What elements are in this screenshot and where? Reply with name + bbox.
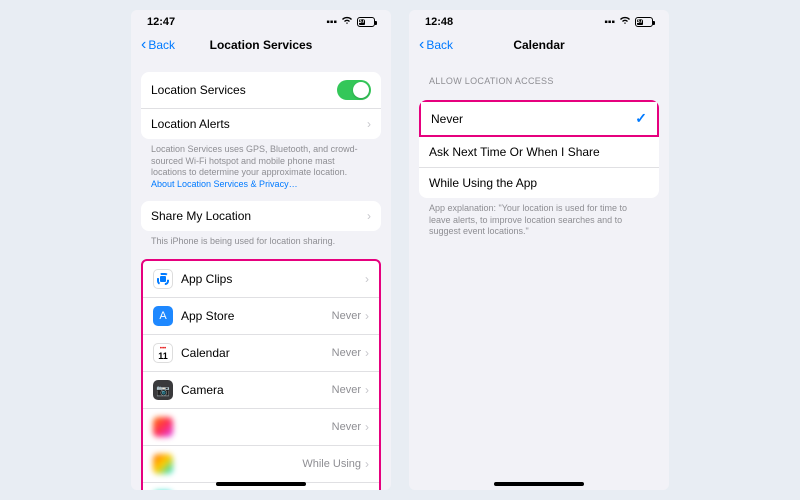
status-bar: 12:48 ▪▪▪ 37	[409, 10, 669, 30]
wifi-icon	[341, 16, 353, 28]
wifi-icon	[619, 16, 631, 28]
row-calendar[interactable]: •••11 Calendar Never ›	[143, 335, 379, 372]
toggle-location-services[interactable]	[337, 80, 371, 100]
calendar-icon: •••11	[153, 343, 173, 363]
app-store-icon: A	[153, 306, 173, 326]
option-never[interactable]: Never ✓	[419, 100, 659, 137]
section-header: Allow Location Access	[419, 62, 659, 90]
option-while-using[interactable]: While Using the App	[419, 168, 659, 198]
status-bar: 12:47 ▪▪▪ 37	[131, 10, 391, 30]
row-app-clips[interactable]: App Clips ›	[143, 261, 379, 298]
back-button[interactable]: ‹ Back	[141, 36, 175, 54]
status-right: ▪▪▪ 37	[326, 16, 375, 28]
status-time: 12:47	[147, 16, 175, 28]
group-main-toggles: Location Services Location Alerts ›	[141, 72, 381, 139]
nav-bar: ‹ Back Calendar	[409, 30, 669, 62]
phone-location-services: 12:47 ▪▪▪ 37 ‹ Back Location Services Lo…	[131, 10, 391, 490]
home-indicator[interactable]	[216, 482, 306, 486]
status-right: ▪▪▪ 37	[604, 16, 653, 28]
chevron-right-icon: ›	[365, 457, 369, 471]
chevron-left-icon: ‹	[141, 36, 146, 54]
chevron-right-icon: ›	[367, 117, 371, 131]
chevron-right-icon: ›	[365, 383, 369, 397]
signal-icon: ▪▪▪	[326, 17, 337, 28]
chevron-right-icon: ›	[367, 209, 371, 223]
app-icon	[153, 454, 173, 474]
battery-icon: 37	[357, 17, 375, 27]
row-share-location[interactable]: Share My Location ›	[141, 201, 381, 231]
row-redacted-app[interactable]: While Using ›	[143, 446, 379, 483]
home-indicator[interactable]	[494, 482, 584, 486]
group-apps-list: App Clips › A App Store Never › •••11 Ca…	[141, 259, 381, 490]
app-icon	[153, 417, 173, 437]
explain-text: Location Services uses GPS, Bluetooth, a…	[141, 139, 381, 191]
chevron-left-icon: ‹	[419, 36, 424, 54]
content: Allow Location Access Never ✓ Ask Next T…	[409, 62, 669, 490]
battery-icon: 37	[635, 17, 653, 27]
chevron-right-icon: ›	[365, 420, 369, 434]
back-label: Back	[148, 38, 175, 52]
option-ask-next-time[interactable]: Ask Next Time Or When I Share	[419, 137, 659, 168]
app-clips-icon	[153, 269, 173, 289]
privacy-link[interactable]: About Location Services & Privacy…	[151, 179, 298, 189]
row-location-services[interactable]: Location Services	[141, 72, 381, 109]
content: Location Services Location Alerts › Loca…	[131, 62, 391, 490]
row-redacted-app[interactable]: Never ›	[143, 409, 379, 446]
back-label: Back	[426, 38, 453, 52]
group-access-options: Never ✓ Ask Next Time Or When I Share Wh…	[419, 100, 659, 198]
back-button[interactable]: ‹ Back	[419, 36, 453, 54]
signal-icon: ▪▪▪	[604, 17, 615, 28]
chevron-right-icon: ›	[365, 272, 369, 286]
chevron-right-icon: ›	[365, 309, 369, 323]
row-location-alerts[interactable]: Location Alerts ›	[141, 109, 381, 139]
camera-icon: 📷	[153, 380, 173, 400]
app-explanation: App explanation: "Your location is used …	[419, 198, 659, 238]
row-app-store[interactable]: A App Store Never ›	[143, 298, 379, 335]
share-explain: This iPhone is being used for location s…	[141, 231, 381, 248]
phone-calendar-location: 12:48 ▪▪▪ 37 ‹ Back Calendar Allow Locat…	[409, 10, 669, 490]
chevron-right-icon: ›	[365, 346, 369, 360]
row-camera[interactable]: 📷 Camera Never ›	[143, 372, 379, 409]
check-icon: ✓	[635, 110, 647, 127]
nav-bar: ‹ Back Location Services	[131, 30, 391, 62]
status-time: 12:48	[425, 16, 453, 28]
group-share: Share My Location ›	[141, 201, 381, 231]
